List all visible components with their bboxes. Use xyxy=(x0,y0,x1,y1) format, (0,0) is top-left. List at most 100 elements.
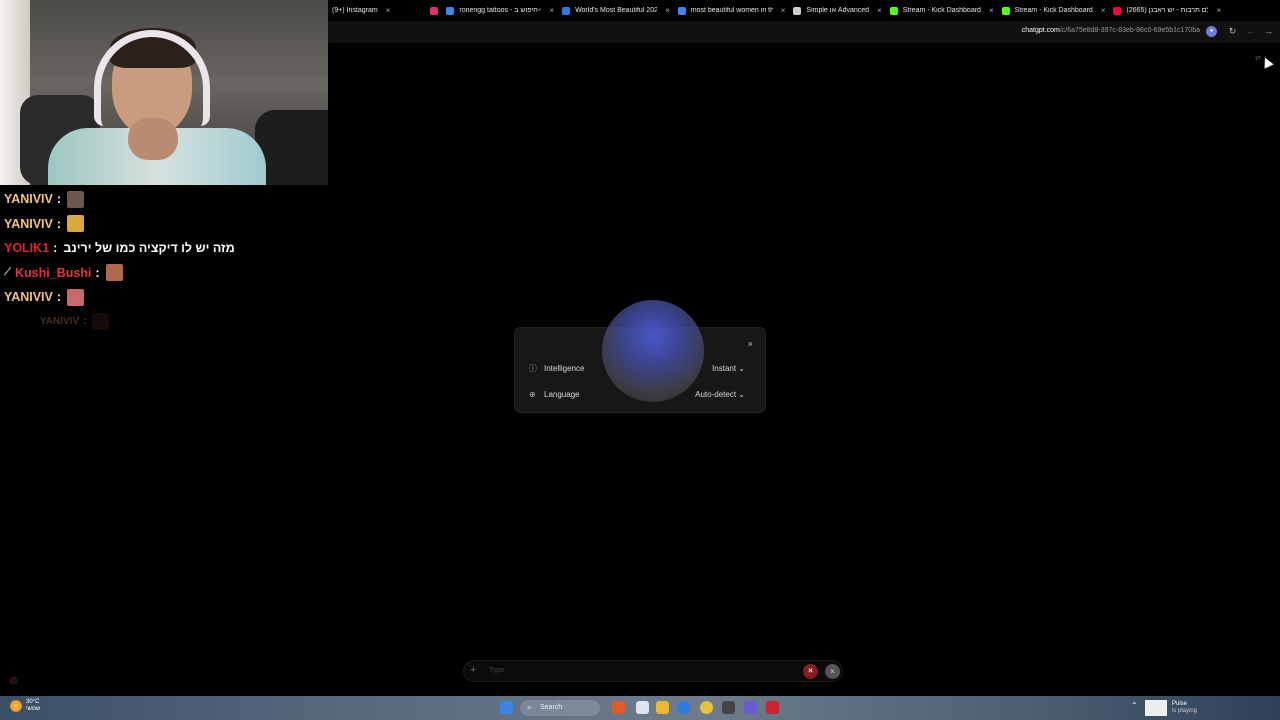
now-playing-title: Pulse xyxy=(1172,701,1188,707)
chat-separator: : xyxy=(56,216,62,231)
weather-text: 30°C שמשי xyxy=(26,699,40,713)
chat-message: YANIVIV: xyxy=(4,285,324,310)
discord-icon[interactable] xyxy=(744,701,757,714)
close-tab-icon[interactable]: × xyxy=(989,6,994,15)
task-view-icon[interactable] xyxy=(636,701,649,714)
now-playing[interactable]: Pulse is playing xyxy=(1172,701,1197,715)
chat-separator: : xyxy=(56,192,62,207)
chevron-up-icon[interactable]: ⌃ xyxy=(1131,701,1138,710)
browser-tab[interactable]: Simple או Advanced × xyxy=(789,0,885,21)
chrome-icon[interactable] xyxy=(700,701,713,714)
chevron-down-icon: ⌄ xyxy=(738,363,745,373)
taskbar: 30°C שמשי ⌕ Search ⌃ Pulse is playing xyxy=(0,696,1280,720)
webcam-feed xyxy=(0,0,328,185)
language-select[interactable]: Auto-detect ⌄ xyxy=(695,390,745,399)
voice-orb xyxy=(602,300,704,402)
obs-icon[interactable] xyxy=(766,701,779,714)
browser-tab[interactable]: Stream - Kick Dashboard × xyxy=(886,0,998,21)
browser-tab[interactable]: Stream - Kick Dashboard × xyxy=(998,0,1110,21)
now-playing-sub: is playing xyxy=(1172,708,1198,714)
tab-label: most beautiful women in the w xyxy=(690,7,773,14)
google-icon xyxy=(677,6,686,15)
intelligence-value: Instant xyxy=(712,363,737,373)
url-text[interactable]: chatgpt.com/c/6a75e8d8-397c-83eb-86c0-69… xyxy=(1022,27,1200,34)
info-icon: ⓘ xyxy=(529,363,537,373)
browser-tab[interactable]: most beautiful women in the w × xyxy=(674,0,790,21)
browser-tab[interactable]: (2665) הלם תרבות - יש ראבנן × xyxy=(1109,0,1225,21)
close-tab-icon[interactable]: × xyxy=(1101,6,1106,15)
chat-username: YOLIK1 xyxy=(4,241,50,256)
add-icon[interactable]: + xyxy=(470,664,476,676)
reload-icon[interactable]: ↻ xyxy=(1227,26,1238,37)
mouse-cursor-icon xyxy=(1260,55,1274,69)
chat-username: Kushi_Bushi xyxy=(15,265,92,280)
record-icon xyxy=(9,676,18,685)
address-bar[interactable]: chatgpt.com/c/6a75e8d8-397c-83eb-86c0-69… xyxy=(328,21,1280,43)
message-placeholder[interactable]: Type xyxy=(489,667,504,674)
weather-desc: שמשי xyxy=(26,706,41,712)
chat-badge-icon: ⟋ xyxy=(4,267,11,279)
chat-emote xyxy=(92,313,110,331)
kick-icon xyxy=(889,6,898,15)
globe-icon: ⊕ xyxy=(529,389,536,399)
taskbar-search[interactable]: ⌕ Search xyxy=(520,700,600,716)
chat-message: YANIVIV: xyxy=(4,187,324,212)
chat-message: YANIVIV: xyxy=(4,212,324,237)
start-icon[interactable] xyxy=(500,701,513,714)
chat-separator: : xyxy=(53,241,58,256)
instagram-icon xyxy=(430,6,439,15)
browser-tab[interactable]: World's Most Beautiful 2025: 1- × xyxy=(558,0,674,21)
search-label: Search xyxy=(540,704,563,711)
google-icon xyxy=(446,6,455,15)
chat-message: YANIVIV: xyxy=(4,310,324,335)
chat-message: YOLIK1: מזה יש לו דיקציה כמו של ירינב xyxy=(4,236,324,261)
close-tab-icon[interactable]: × xyxy=(1216,6,1221,15)
language-label: Language xyxy=(544,389,580,399)
close-panel-icon[interactable]: × xyxy=(748,339,753,349)
file-explorer-icon[interactable] xyxy=(656,701,669,714)
browser-tab-strip: (9+) Instagram × ronengg tattoos - חיפוש ב… xyxy=(328,0,1280,21)
chat-username: YANIVIV xyxy=(4,216,53,231)
chat-emote xyxy=(67,288,85,306)
tab-label: Stream - Kick Dashboard xyxy=(1014,7,1093,14)
kick-icon xyxy=(1001,6,1010,15)
webcam-person-hand xyxy=(128,118,178,160)
tab-label: ronengg tattoos - חיפוש ב-Goo xyxy=(459,7,541,14)
close-tab-icon[interactable]: × xyxy=(877,6,882,15)
sun-icon xyxy=(10,700,22,712)
edge-icon[interactable] xyxy=(677,701,690,714)
browser-tab[interactable]: ronengg tattoos - חיפוש ב-Goo × xyxy=(442,0,558,21)
chat-separator: : xyxy=(83,316,87,328)
tab-label: Simple או Advanced xyxy=(806,7,870,14)
close-tab-icon[interactable]: × xyxy=(781,6,786,15)
mic-muted-icon[interactable]: ✕ xyxy=(803,664,818,679)
search-icon: ⌕ xyxy=(527,703,532,712)
close-tab-icon[interactable]: × xyxy=(549,6,554,15)
app-icon-1[interactable] xyxy=(612,701,625,714)
chat-emote xyxy=(67,215,85,233)
chat-message: ⟋ Kushi_Bushi: xyxy=(4,261,324,286)
close-tab-icon[interactable]: × xyxy=(665,6,670,15)
weather-widget[interactable]: 30°C שמשי xyxy=(10,699,40,713)
url-host: chatgpt.com xyxy=(1021,27,1060,34)
temperature: 30°C xyxy=(26,699,40,705)
tab-label: (9+) Instagram xyxy=(332,7,378,14)
chat-emote xyxy=(67,190,85,208)
tab-label: World's Most Beautiful 2025: 1- xyxy=(575,7,658,14)
now-playing-thumbnail xyxy=(1145,700,1167,716)
browser-tab[interactable]: (9+) Instagram × xyxy=(328,0,442,21)
intelligence-select[interactable]: Instant ⌄ xyxy=(712,364,745,373)
intelligence-label: Intelligence xyxy=(544,363,585,373)
url-path: /c/6a75e8d8-397c-83eb-86c0-69e5b1c170ba xyxy=(1059,27,1200,34)
back-icon[interactable]: ← xyxy=(1245,26,1256,37)
close-tab-icon[interactable]: × xyxy=(386,6,391,15)
chat-emote xyxy=(105,264,123,282)
voice-input-bar[interactable]: + Type ✕ × xyxy=(463,660,843,682)
forward-icon[interactable]: → xyxy=(1263,26,1274,37)
chevron-down-icon: ⌄ xyxy=(738,389,745,399)
youtube-icon xyxy=(1113,6,1122,15)
app-icon-2[interactable] xyxy=(722,701,735,714)
chat-separator: : xyxy=(95,265,100,280)
end-voice-button[interactable]: × xyxy=(825,664,840,679)
profile-icon[interactable]: ● xyxy=(1206,26,1217,37)
